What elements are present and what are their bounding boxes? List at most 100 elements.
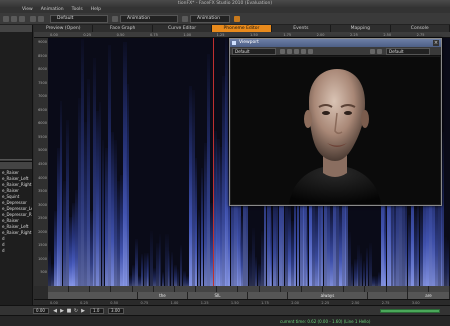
frequency-tick-label: 3000 — [38, 202, 47, 207]
spectrogram-band — [177, 269, 180, 286]
view-select[interactable]: Default — [386, 48, 430, 55]
animation-group-select[interactable]: Animation — [120, 15, 178, 23]
frequency-tick-label: 2500 — [38, 216, 47, 221]
redo-icon[interactable] — [38, 16, 44, 22]
speed-field[interactable]: 1.0 — [90, 308, 104, 314]
settings-icon[interactable] — [112, 16, 118, 22]
camera-select[interactable]: Default — [232, 48, 276, 55]
analyze-icon[interactable] — [234, 16, 240, 22]
viewport-title: Viewport — [239, 40, 259, 45]
progress-indicator — [380, 309, 440, 313]
word-segment[interactable]: SIL — [188, 292, 248, 299]
node-list: e_Raiser e_Raiser_Left e_Raiser_Right e_… — [0, 170, 32, 254]
frequency-tick-label: 2000 — [38, 229, 47, 234]
spectrogram-band — [162, 271, 165, 286]
loop-icon[interactable]: ↻ — [73, 308, 79, 314]
frequency-tick-label: 7000 — [38, 94, 47, 99]
status-bar: current time: 0.62 (0.00 - 1.60) (Line 1… — [0, 315, 450, 326]
viewport-toolbar: Default Default — [230, 47, 441, 56]
frequency-tick-label: 4000 — [38, 175, 47, 180]
zoom-icon[interactable] — [287, 49, 292, 54]
editor-tabs: Preview (Open) Face Graph Curve Editor P… — [34, 25, 450, 32]
word-track[interactable]: the SIL always are — [48, 292, 450, 299]
spectrogram-band — [270, 209, 273, 286]
tab-curve-editor[interactable]: Curve Editor — [153, 25, 213, 32]
spectrogram-band — [195, 157, 198, 286]
rotate-icon[interactable] — [301, 49, 306, 54]
pan-icon[interactable] — [294, 49, 299, 54]
actor-select[interactable]: Default — [50, 15, 108, 23]
word-segment[interactable]: always — [288, 292, 368, 299]
spectrogram-band — [351, 263, 354, 286]
wireframe-icon[interactable] — [308, 49, 313, 54]
frequency-tick-label: 9000 — [38, 40, 47, 44]
spectrogram-band — [201, 168, 204, 286]
light-icon[interactable] — [377, 49, 382, 54]
spectrogram-band — [447, 239, 450, 286]
main-toolbar: Default Animation Animation — [0, 13, 450, 25]
spectrogram-band — [255, 256, 258, 286]
go-end-icon[interactable]: ▶ — [80, 308, 86, 314]
add-icon[interactable] — [182, 16, 188, 22]
tab-face-graph[interactable]: Face Graph — [93, 25, 153, 32]
spectrogram-band — [60, 101, 63, 286]
word-segment[interactable] — [248, 292, 288, 299]
frequency-tick-label: 3500 — [38, 189, 47, 194]
word-segment[interactable] — [368, 292, 408, 299]
tab-events[interactable]: Events — [272, 25, 332, 32]
tab-mapping[interactable]: Mapping — [331, 25, 391, 32]
frequency-tick-label: 8500 — [38, 53, 47, 58]
viewport-scene[interactable] — [231, 57, 440, 204]
word-segment[interactable]: the — [138, 292, 188, 299]
word-segment[interactable] — [48, 292, 138, 299]
window-title-bar: tionFX* - FaceFX Studio 2010 (Evaluation… — [0, 0, 450, 7]
close-icon[interactable]: × — [433, 40, 439, 46]
end-time-field[interactable]: 3.00 — [108, 308, 124, 314]
word-segment[interactable]: are — [408, 292, 450, 299]
spectrogram-band — [360, 252, 363, 286]
frequency-tick-label: 4500 — [38, 162, 47, 166]
spectrogram-band — [168, 251, 171, 286]
frequency-tick-label: 6000 — [38, 121, 47, 126]
animation-select[interactable]: Animation — [190, 15, 230, 23]
tab-phoneme-editor[interactable]: Phoneme Editor — [212, 25, 272, 32]
left-panel: e_Raiser e_Raiser_Left e_Raiser_Right e_… — [0, 25, 33, 310]
viewport-title-bar[interactable]: Viewport × — [230, 39, 441, 47]
camera-icon[interactable] — [280, 49, 285, 54]
frequency-tick-label: 1000 — [38, 256, 47, 261]
node-list-header — [0, 162, 32, 169]
spectrogram-band — [102, 140, 105, 286]
open-icon[interactable] — [11, 16, 17, 22]
tab-console[interactable]: Console — [391, 25, 450, 32]
spectrogram-band — [417, 198, 420, 286]
undo-icon[interactable] — [30, 16, 36, 22]
left-panel-header — [0, 25, 32, 32]
viewport-window[interactable]: Viewport × Default Default — [229, 38, 442, 206]
start-time-field[interactable]: 0.00 — [33, 308, 49, 314]
frequency-tick-label: 500 — [40, 270, 47, 275]
frequency-tick-label: 6500 — [38, 107, 47, 112]
spectrogram-band — [126, 84, 130, 286]
window-title: tionFX* - FaceFX Studio 2010 (Evaluation… — [177, 1, 273, 6]
go-start-icon[interactable]: ◀ — [52, 308, 58, 314]
play-icon[interactable]: ▶ — [59, 308, 65, 314]
spectrogram-band — [141, 253, 144, 286]
frequency-tick-label: 7500 — [38, 80, 47, 85]
spectrogram-band — [198, 210, 201, 286]
spectrogram-band — [99, 101, 102, 286]
frequency-tick-label: 1500 — [38, 243, 47, 248]
save-icon[interactable] — [19, 16, 25, 22]
playhead-marker[interactable] — [213, 38, 214, 300]
node-list-item[interactable]: d — [0, 248, 32, 254]
spectrogram-band — [147, 252, 150, 286]
view-options-icon[interactable] — [370, 49, 375, 54]
spectrogram-band — [384, 194, 386, 286]
transport-bar: 0.00 ◀ ▶ ■ ↻ ▶ 1.0 3.00 — [0, 305, 450, 315]
left-panel-empty — [0, 33, 32, 159]
frequency-axis: 9000 8500 8000 7500 7000 6500 6000 5500 5000 4500… — [34, 38, 48, 286]
stop-icon[interactable]: ■ — [66, 308, 72, 314]
status-text: current time: 0.62 (0.00 - 1.60) (Line 1… — [280, 319, 371, 324]
new-icon[interactable] — [3, 16, 9, 22]
tab-preview[interactable]: Preview (Open) — [34, 25, 94, 32]
frequency-tick-label: 8000 — [38, 67, 47, 72]
